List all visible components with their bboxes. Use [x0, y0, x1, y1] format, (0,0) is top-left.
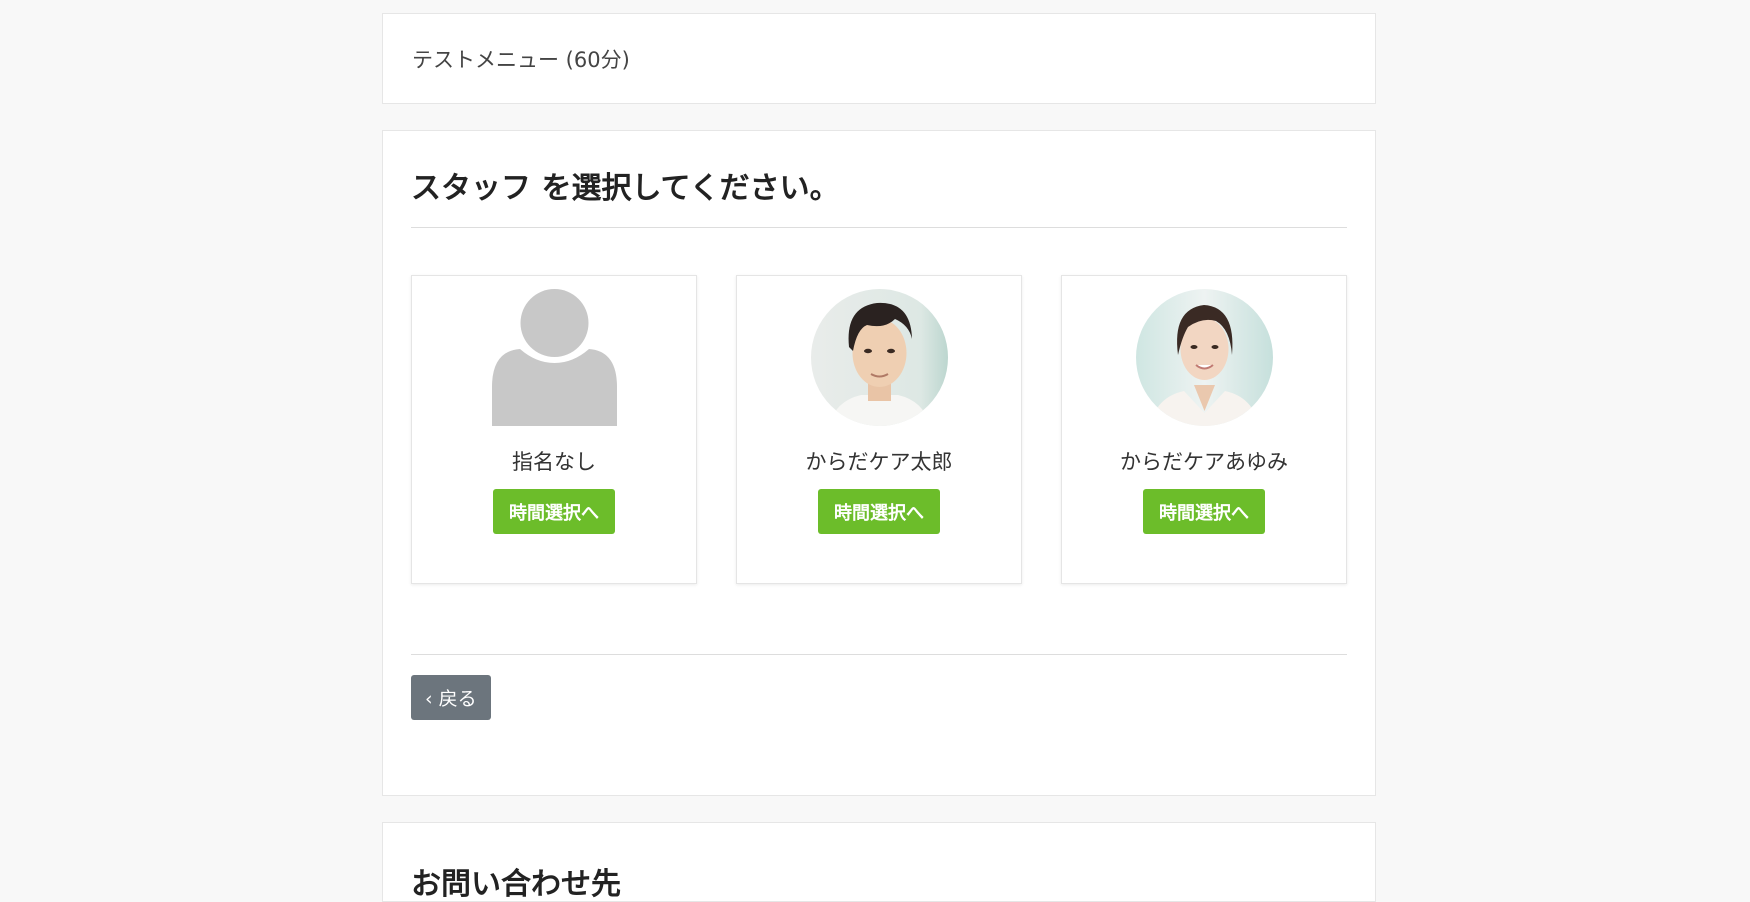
staff-name: からだケア太郎	[805, 450, 953, 474]
staff-section-title: スタッフ を選択してください。	[411, 171, 1347, 228]
select-time-button[interactable]: 時間選択へ	[1143, 489, 1265, 534]
select-time-button[interactable]: 時間選択へ	[493, 489, 615, 534]
contact-card: お問い合わせ先	[382, 822, 1376, 902]
male-staff-photo	[810, 289, 948, 426]
section-divider	[411, 654, 1347, 655]
staff-selection-card: スタッフ を選択してください。 指名なし 時間選択へ からだケア太郎 時間選択へ…	[382, 130, 1376, 796]
staff-item-no-preference: 指名なし 時間選択へ	[411, 275, 697, 584]
selected-menu-card: テストメニュー (60分)	[382, 13, 1376, 104]
page-container: テストメニュー (60分) スタッフ を選択してください。 指名なし 時間選択へ	[382, 13, 1376, 902]
staff-item-taro: からだケア太郎 時間選択へ	[736, 275, 1022, 584]
staff-item-ayumi: からだケアあゆみ 時間選択へ	[1061, 275, 1347, 584]
selected-menu-name: テストメニュー (60分)	[412, 47, 630, 72]
staff-name: からだケアあゆみ	[1120, 450, 1288, 474]
generic-person-icon	[486, 289, 623, 426]
staff-name: 指名なし	[512, 450, 596, 474]
female-staff-photo	[1135, 289, 1273, 426]
back-button[interactable]: ‹ 戻る	[411, 675, 491, 720]
select-time-button[interactable]: 時間選択へ	[818, 489, 940, 534]
staff-list: 指名なし 時間選択へ からだケア太郎 時間選択へ からだケアあゆみ 時間選択へ	[411, 275, 1347, 584]
